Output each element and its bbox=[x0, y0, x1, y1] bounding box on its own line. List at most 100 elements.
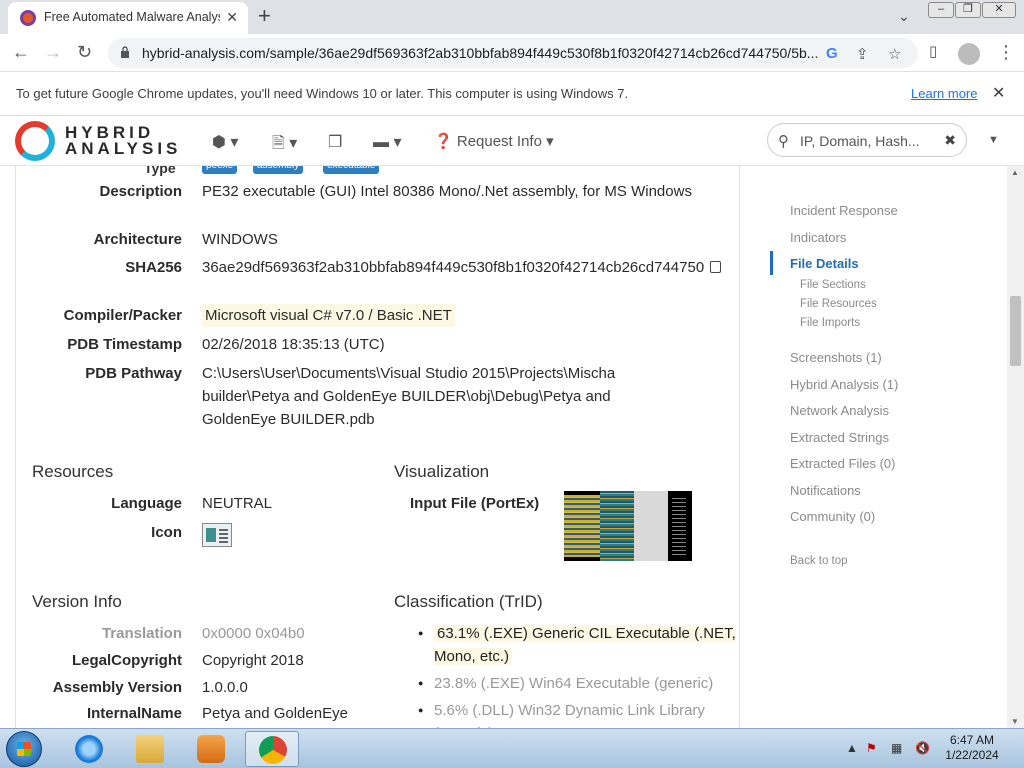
clock-time: 6:47 AM bbox=[949, 733, 995, 747]
media-player-taskbar-button[interactable] bbox=[184, 731, 238, 767]
network-icon[interactable]: ▦ bbox=[891, 741, 902, 755]
resources-heading: Resources bbox=[32, 462, 114, 481]
resource-icon-thumbnail[interactable] bbox=[202, 523, 232, 547]
clock-date: 1/22/2024 bbox=[945, 748, 999, 762]
learn-more-link[interactable]: Learn more bbox=[911, 86, 977, 101]
scrollbar-thumb[interactable] bbox=[1010, 296, 1021, 366]
nav-community[interactable]: Community (0) bbox=[790, 509, 875, 524]
tab-search-icon[interactable]: ⌄ bbox=[898, 8, 910, 25]
nav-file-resources[interactable]: File Resources bbox=[800, 298, 877, 310]
search-placeholder: IP, Domain, Hash... bbox=[800, 133, 920, 149]
window-restore-button[interactable]: ❐ bbox=[955, 2, 981, 18]
nav-file-details[interactable]: File Details bbox=[790, 256, 859, 271]
internet-explorer-icon bbox=[75, 735, 103, 763]
sha256-label: SHA256 bbox=[125, 259, 182, 276]
nav-network-analysis[interactable]: Network Analysis bbox=[790, 403, 889, 418]
internal-name-value: Petya and GoldenEye bbox=[202, 705, 348, 722]
visualization-heading: Visualization bbox=[394, 462, 490, 481]
architecture-value: WINDOWS bbox=[202, 231, 278, 248]
update-infobar: To get future Google Chrome updates, you… bbox=[0, 72, 1024, 116]
logo-line-2: ANALYSIS bbox=[65, 139, 182, 158]
classification-heading: Classification (TrID) bbox=[394, 592, 543, 611]
start-button[interactable] bbox=[6, 731, 42, 767]
compiler-label: Compiler/Packer bbox=[63, 307, 182, 324]
file-explorer-taskbar-button[interactable] bbox=[123, 731, 177, 767]
type-tag[interactable]: assembly bbox=[253, 166, 304, 174]
site-favicon-icon bbox=[20, 10, 36, 26]
tab-close-icon[interactable]: ✕ bbox=[226, 9, 238, 26]
hybrid-analysis-logo-icon[interactable] bbox=[15, 121, 55, 161]
action-center-flag-icon[interactable]: ⚑ bbox=[866, 741, 877, 755]
request-info-menu[interactable]: ❓ Request Info ▾ bbox=[434, 132, 554, 150]
nav-active-indicator bbox=[770, 251, 773, 275]
chevron-down-icon: ▾ bbox=[546, 133, 554, 150]
portex-visualization-image[interactable] bbox=[564, 491, 692, 561]
assembly-version-label: Assembly Version bbox=[52, 679, 182, 696]
header-dropdown-icon[interactable]: ▼ bbox=[988, 134, 999, 146]
sha256-block: 36ae29df569363f2ab310bbfab894f449c530f8b… bbox=[202, 256, 724, 279]
show-hidden-icons-icon[interactable]: ▲ bbox=[846, 741, 858, 755]
file-upload-menu-icon[interactable]: 🗎 ▾ bbox=[272, 132, 297, 159]
google-lens-icon[interactable]: G bbox=[826, 45, 838, 62]
copyright-label: LegalCopyright bbox=[71, 652, 182, 669]
nav-notifications[interactable]: Notifications bbox=[790, 483, 861, 498]
browser-tab-strip: Free Automated Malware Analysis ✕ + ⌄ – … bbox=[0, 0, 1024, 34]
nav-file-imports[interactable]: File Imports bbox=[800, 317, 860, 329]
type-tag[interactable]: executable bbox=[323, 166, 380, 174]
infobar-close-icon[interactable]: ✕ bbox=[992, 83, 1005, 103]
nav-screenshots[interactable]: Screenshots (1) bbox=[790, 350, 882, 365]
system-clock[interactable]: 6:47 AM 1/22/2024 bbox=[940, 733, 1004, 763]
chrome-taskbar-button[interactable] bbox=[245, 731, 299, 767]
pdb-pathway-value: C:\Users\User\Documents\Visual Studio 20… bbox=[202, 365, 616, 428]
clear-search-icon[interactable]: ✖ bbox=[944, 132, 956, 149]
side-panel-icon[interactable]: ▯ bbox=[929, 42, 937, 60]
file-details-panel: Type peexe assembly executable Descripti… bbox=[15, 166, 740, 728]
scroll-down-icon[interactable]: ▼ bbox=[1011, 717, 1019, 726]
description-value: PE32 executable (GUI) Intel 80386 Mono/.… bbox=[202, 183, 692, 200]
scroll-up-icon[interactable]: ▲ bbox=[1011, 168, 1019, 177]
classification-list: 63.1% (.EXE) Generic CIL Executable (.NE… bbox=[418, 622, 738, 728]
nav-extracted-strings[interactable]: Extracted Strings bbox=[790, 430, 889, 445]
copy-icon[interactable] bbox=[710, 261, 722, 273]
new-tab-button[interactable]: + bbox=[258, 4, 271, 28]
page-scrollbar[interactable]: ▲ ▼ bbox=[1007, 166, 1024, 728]
share-icon[interactable]: ⇪ bbox=[856, 45, 869, 63]
site-logo-text[interactable]: HYBRID ANALYSIS bbox=[65, 124, 182, 158]
window-minimize-button[interactable]: – bbox=[928, 2, 954, 18]
nav-back-to-top[interactable]: Back to top bbox=[790, 555, 848, 567]
profile-avatar[interactable] bbox=[958, 43, 980, 65]
question-circle-icon: ❓ bbox=[434, 133, 453, 150]
nav-indicators[interactable]: Indicators bbox=[790, 230, 846, 245]
folder-icon bbox=[136, 735, 164, 763]
translation-value: 0x0000 0x04b0 bbox=[202, 625, 305, 642]
media-player-icon bbox=[197, 735, 225, 763]
search-icon: ⚲ bbox=[778, 133, 789, 150]
nav-hybrid-analysis[interactable]: Hybrid Analysis (1) bbox=[790, 377, 898, 392]
forward-arrow-icon[interactable]: → bbox=[44, 42, 62, 63]
reload-icon[interactable]: ↻ bbox=[77, 42, 92, 63]
nav-extracted-files[interactable]: Extracted Files (0) bbox=[790, 456, 895, 471]
type-tag[interactable]: peexe bbox=[202, 166, 238, 174]
address-bar[interactable]: hybrid-analysis.com/sample/36ae29df56936… bbox=[108, 38, 918, 68]
site-search-input[interactable]: ⚲ IP, Domain, Hash... ✖ bbox=[767, 123, 967, 157]
nav-file-sections[interactable]: File Sections bbox=[800, 279, 866, 291]
chrome-menu-icon[interactable]: ⋮ bbox=[997, 42, 1015, 63]
bookmark-star-icon[interactable]: ☆ bbox=[888, 45, 901, 63]
description-label: Description bbox=[99, 183, 182, 200]
sandbox-menu-icon[interactable]: ⬢ ▾ bbox=[212, 132, 238, 152]
architecture-label: Architecture bbox=[93, 231, 182, 248]
volume-muted-icon[interactable]: 🔇 bbox=[915, 741, 930, 755]
sha256-value: 36ae29df569363f2ab310bbfab894f449c530f8b… bbox=[202, 259, 705, 276]
windows-taskbar: ▲ ⚑ ▦ 🔇 6:47 AM 1/22/2024 bbox=[0, 728, 1024, 768]
back-arrow-icon[interactable]: ← bbox=[12, 42, 30, 63]
site-header: HYBRID ANALYSIS ⬢ ▾ 🗎 ▾ ❐ ▬ ▾ ❓ Request … bbox=[0, 116, 1024, 166]
nav-incident-response[interactable]: Incident Response bbox=[790, 203, 898, 218]
window-close-button[interactable]: ✕ bbox=[982, 2, 1016, 18]
compiler-value: Microsoft visual C# v7.0 / Basic .NET bbox=[202, 304, 455, 327]
files-icon[interactable]: ❐ bbox=[328, 132, 342, 152]
folder-menu-icon[interactable]: ▬ ▾ bbox=[373, 132, 401, 152]
internet-explorer-taskbar-button[interactable] bbox=[62, 731, 116, 767]
browser-tab[interactable]: Free Automated Malware Analysis ✕ bbox=[8, 2, 248, 34]
pdb-timestamp-label: PDB Timestamp bbox=[67, 336, 182, 353]
internal-name-label: InternalName bbox=[86, 705, 182, 722]
